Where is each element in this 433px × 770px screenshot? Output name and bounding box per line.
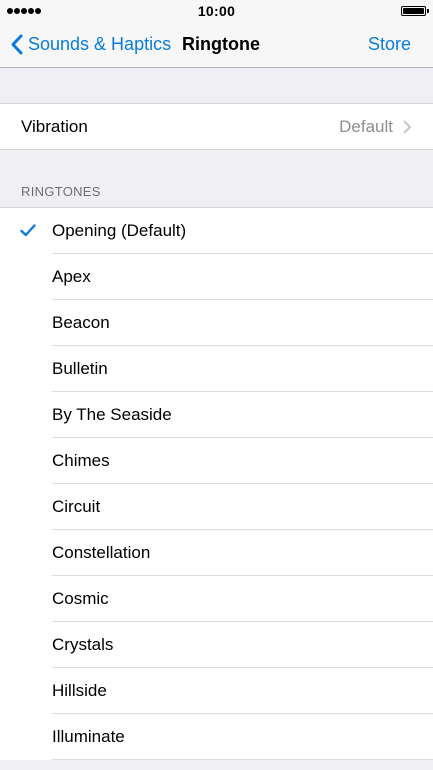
- ringtone-row[interactable]: Opening (Default): [0, 208, 433, 254]
- ringtone-label: Cosmic: [52, 589, 109, 608]
- ringtone-label: Crystals: [52, 635, 114, 654]
- ringtone-label: Bulletin: [52, 359, 108, 378]
- back-button-label: Sounds & Haptics: [28, 33, 172, 54]
- ringtone-row[interactable]: Crystals: [0, 622, 433, 668]
- store-button[interactable]: Store: [368, 22, 411, 66]
- ringtone-row[interactable]: Beacon: [0, 300, 433, 346]
- section-header-ringtones: RINGTONES: [21, 184, 101, 199]
- row-separator: [52, 759, 433, 760]
- ringtone-label: Chimes: [52, 451, 110, 470]
- checkmark-icon: [20, 224, 36, 237]
- battery-fill: [403, 8, 424, 14]
- ringtone-label: Opening (Default): [52, 221, 187, 240]
- ringtone-label: By The Seaside: [52, 405, 172, 424]
- ringtone-label: Illuminate: [52, 727, 125, 746]
- ringtone-row[interactable]: Hillside: [0, 668, 433, 714]
- status-bar: 10:00: [0, 0, 433, 22]
- page-title: Ringtone: [182, 34, 260, 54]
- ringtone-label: Beacon: [52, 313, 110, 332]
- battery-icon: [401, 6, 429, 16]
- ringtone-row[interactable]: Illuminate: [0, 714, 433, 760]
- ringtone-row[interactable]: Bulletin: [0, 346, 433, 392]
- vibration-value: Default: [339, 117, 393, 136]
- vibration-row[interactable]: Vibration Default: [0, 103, 433, 150]
- chevron-right-icon: [403, 120, 411, 134]
- ringtone-row[interactable]: By The Seaside: [0, 392, 433, 438]
- ringtone-label: Apex: [52, 267, 91, 286]
- ringtone-row[interactable]: Chimes: [0, 438, 433, 484]
- ringtone-label: Circuit: [52, 497, 101, 516]
- navigation-bar: Sounds & Haptics Ringtone Store: [0, 22, 433, 68]
- chevron-left-icon: [11, 34, 23, 54]
- status-time: 10:00: [197, 3, 236, 19]
- ringtone-row[interactable]: Cosmic: [0, 576, 433, 622]
- ringtone-row[interactable]: Circuit: [0, 484, 433, 530]
- back-button[interactable]: Sounds & Haptics: [10, 22, 171, 66]
- vibration-label: Vibration: [21, 117, 88, 136]
- ringtone-row[interactable]: Constellation: [0, 530, 433, 576]
- ringtone-row[interactable]: Apex: [0, 254, 433, 300]
- ringtone-label: Hillside: [52, 681, 107, 700]
- ringtone-label: Constellation: [52, 543, 151, 562]
- battery-tip: [427, 9, 429, 13]
- ringtone-list: Opening (Default) Apex Beacon Bulletin By Th…: [0, 207, 433, 760]
